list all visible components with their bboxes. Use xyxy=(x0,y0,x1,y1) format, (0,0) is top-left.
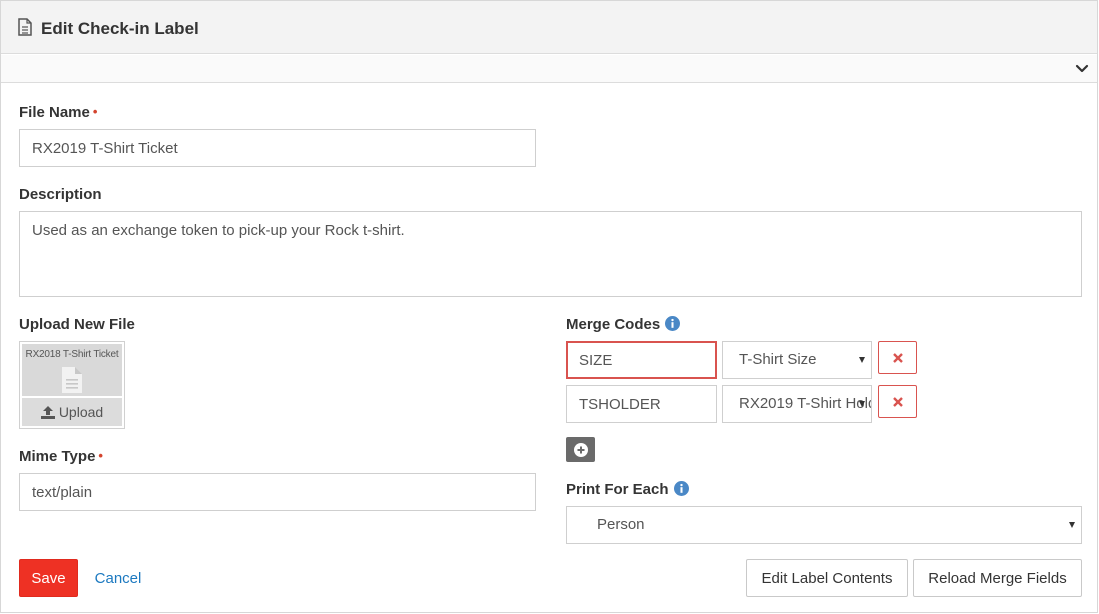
upload-icon xyxy=(40,405,55,419)
file-name-label-text: File Name xyxy=(19,104,90,121)
remove-merge-code-button[interactable] xyxy=(878,341,917,374)
description-label: Description xyxy=(19,186,102,203)
file-name-input[interactable] xyxy=(19,129,536,167)
file-thumbnail-label: RX2018 T-Shirt Ticket xyxy=(25,349,119,360)
remove-merge-code-button[interactable] xyxy=(878,385,917,418)
save-button[interactable]: Save xyxy=(19,559,78,597)
description-textarea[interactable]: Used as an exchange token to pick-up you… xyxy=(19,211,1082,297)
add-merge-code-button[interactable] xyxy=(566,437,595,462)
upload-button[interactable]: Upload xyxy=(22,398,122,426)
print-for-each-select-value: Person xyxy=(597,516,645,533)
edit-checkin-label-panel: Edit Check-in Label File Name• Descripti… xyxy=(0,0,1098,613)
merge-field-select-value: T-Shirt Size xyxy=(739,351,817,368)
info-circle-icon[interactable] xyxy=(665,316,681,331)
page-title: Edit Check-in Label xyxy=(41,19,199,38)
merge-code-key-input[interactable] xyxy=(566,385,717,423)
file-text-icon xyxy=(18,18,32,36)
required-indicator: • xyxy=(92,104,98,119)
edit-label-contents-button[interactable]: Edit Label Contents xyxy=(746,559,908,597)
print-for-each-label-text: Print For Each xyxy=(566,481,669,498)
file-uploader: RX2018 T-Shirt Ticket Upload xyxy=(19,341,125,429)
required-indicator: • xyxy=(98,448,103,463)
panel-heading: Edit Check-in Label xyxy=(1,1,1097,54)
merge-field-select[interactable]: T-Shirt Size xyxy=(722,341,872,379)
caret-down-icon xyxy=(859,357,865,363)
merge-code-key-input[interactable] xyxy=(566,341,717,379)
panel-drawer xyxy=(1,55,1097,83)
file-thumbnail[interactable]: RX2018 T-Shirt Ticket xyxy=(22,344,122,396)
mime-type-label: Mime Type • xyxy=(19,448,103,465)
merge-field-select-value: RX2019 T-Shirt Holder xyxy=(739,395,871,412)
plus-circle-icon xyxy=(573,442,588,457)
cancel-button[interactable]: Cancel xyxy=(85,559,151,597)
print-for-each-label: Print For Each xyxy=(566,481,689,498)
upload-button-label: Upload xyxy=(58,404,104,420)
file-name-label: File Name • xyxy=(19,104,97,121)
caret-down-icon xyxy=(1069,522,1075,528)
times-icon xyxy=(892,352,903,363)
upload-new-file-label: Upload New File xyxy=(19,316,135,333)
chevron-down-icon[interactable] xyxy=(1075,62,1089,76)
caret-down-icon xyxy=(859,401,865,407)
times-icon xyxy=(892,396,903,407)
mime-type-label-text: Mime Type xyxy=(19,448,96,465)
reload-merge-fields-button[interactable]: Reload Merge Fields xyxy=(913,559,1082,597)
print-for-each-select[interactable]: Person xyxy=(566,506,1082,544)
merge-codes-label: Merge Codes xyxy=(566,316,681,333)
merge-field-select[interactable]: RX2019 T-Shirt Holder xyxy=(722,385,872,423)
merge-codes-label-text: Merge Codes xyxy=(566,316,661,333)
file-icon xyxy=(62,367,82,393)
info-circle-icon[interactable] xyxy=(673,481,689,496)
mime-type-input[interactable] xyxy=(19,473,536,511)
